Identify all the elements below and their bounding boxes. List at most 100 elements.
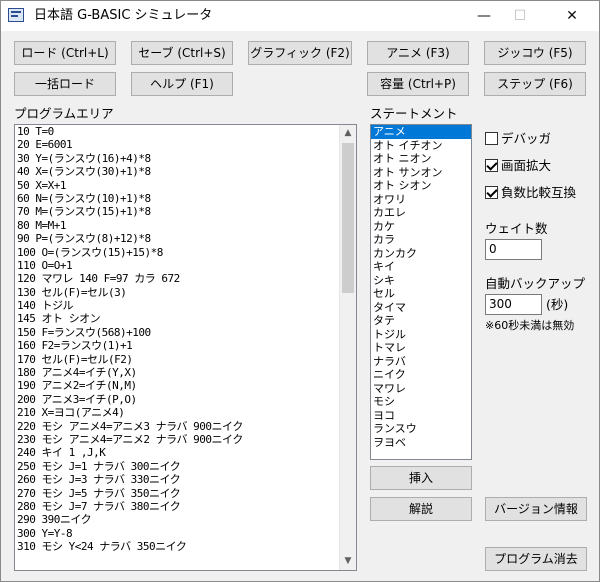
step-button[interactable]: ステップ (F6)	[484, 72, 586, 96]
statement-item[interactable]: オト イチオン	[371, 139, 471, 153]
program-area-label: プログラムエリア	[14, 106, 114, 121]
program-line[interactable]: 280 モシ J=7 ナラバ 380ニイク	[15, 500, 356, 513]
program-line[interactable]: 90 P=(ランスウ(8)+12)*8	[15, 232, 356, 245]
statement-item[interactable]: オト ニオン	[371, 152, 471, 166]
insert-button[interactable]: 挿入	[370, 466, 472, 490]
autobackup-unit: (秒)	[546, 297, 569, 312]
graphic-button[interactable]: グラフィック (F2)	[248, 41, 352, 65]
program-line[interactable]: 270 モシ J=5 ナラバ 350ニイク	[15, 487, 356, 500]
program-line[interactable]: 230 モシ アニメ4=アニメ2 ナラバ 900ニイク	[15, 433, 356, 446]
bulk-load-button[interactable]: 一括ロード	[14, 72, 116, 96]
close-button[interactable]: ✕	[549, 1, 595, 31]
statement-item[interactable]: オワリ	[371, 193, 471, 207]
program-area[interactable]: 10 T=0 20 E=6001 30 Y=(ランスウ(16)+4)*8 40 X=(…	[14, 124, 357, 571]
statement-item[interactable]: カケ	[371, 220, 471, 234]
program-line[interactable]: 30 Y=(ランスウ(16)+4)*8	[15, 152, 356, 165]
program-line[interactable]: 250 モシ J=1 ナラバ 300ニイク	[15, 460, 356, 473]
program-line[interactable]: 10 T=0	[15, 125, 356, 138]
statement-item[interactable]: オト サンオン	[371, 166, 471, 180]
statement-item[interactable]: マワレ	[371, 382, 471, 396]
program-line[interactable]: 150 F=ランスウ(568)+100	[15, 326, 356, 339]
statement-item[interactable]: セル	[371, 287, 471, 301]
statement-item[interactable]: ヲヨベ	[371, 436, 471, 450]
version-button[interactable]: バージョン情報	[485, 497, 587, 521]
program-line[interactable]: 200 アニメ3=イチ(P,O)	[15, 393, 356, 406]
checkbox-box[interactable]	[485, 132, 498, 145]
program-line[interactable]: 145 オト シオン	[15, 312, 356, 325]
statement-item[interactable]: ニイク	[371, 368, 471, 382]
program-line[interactable]: 80 M=M+1	[15, 219, 356, 232]
title-bar: 日本語 G-BASIC シミュレータ — ☐ ✕	[1, 1, 599, 31]
app-icon	[8, 8, 24, 22]
statement-item[interactable]: タテ	[371, 314, 471, 328]
program-line[interactable]: 260 モシ J=3 ナラバ 330ニイク	[15, 473, 356, 486]
autobackup-input[interactable]: 300	[485, 294, 542, 315]
program-line[interactable]: 100 O=(ランスウ(15)+15)*8	[15, 246, 356, 259]
checkbox-box[interactable]	[485, 186, 498, 199]
program-line[interactable]: 140 トジル	[15, 299, 356, 312]
program-lines: 10 T=0 20 E=6001 30 Y=(ランスウ(16)+4)*8 40 X=(…	[15, 125, 356, 554]
program-line[interactable]: 240 キイ 1 ,J,K	[15, 446, 356, 459]
program-line[interactable]: 50 X=X+1	[15, 179, 356, 192]
window-title: 日本語 G-BASIC シミュレータ	[34, 8, 213, 23]
program-line[interactable]: 160 F2=ランスウ(1)+1	[15, 339, 356, 352]
zoom-checkbox[interactable]: 画面拡大	[485, 158, 551, 174]
statement-list[interactable]: アニメ オト イチオン オト ニオン オト サンオン オト シオン オワリ カエレ カケ カラカ…	[370, 124, 472, 460]
help-button[interactable]: ヘルプ (F1)	[131, 72, 233, 96]
program-line[interactable]: 40 X=(ランスウ(30)+1)*8	[15, 165, 356, 178]
statement-item[interactable]: アニメ	[371, 125, 471, 139]
app-window: 日本語 G-BASIC シミュレータ — ☐ ✕ ロード (Ctrl+L) セー…	[0, 0, 600, 582]
negative-compare-checkbox[interactable]: 負数比較互換	[485, 185, 576, 201]
statement-item[interactable]: モシ	[371, 395, 471, 409]
statement-item[interactable]: シキ	[371, 274, 471, 288]
program-line[interactable]: 120 マワレ 140 F=97 カラ 672	[15, 272, 356, 285]
program-line[interactable]: 180 アニメ4=イチ(Y,X)	[15, 366, 356, 379]
statement-item[interactable]: トジル	[371, 328, 471, 342]
debugger-checkbox[interactable]: デバッガ	[485, 131, 551, 147]
autobackup-note: ※60秒未満は無効	[485, 319, 575, 332]
negative-compare-label: 負数比較互換	[501, 185, 577, 200]
statement-item[interactable]: ナラバ	[371, 355, 471, 369]
program-line[interactable]: 190 アニメ2=イチ(N,M)	[15, 379, 356, 392]
program-line[interactable]: 70 M=(ランスウ(15)+1)*8	[15, 205, 356, 218]
checkbox-box[interactable]	[485, 159, 498, 172]
scroll-up-icon[interactable]: ▲	[340, 125, 356, 142]
wait-label: ウェイト数	[485, 221, 548, 236]
program-line[interactable]: 310 モシ Y<24 ナラバ 350ニイク	[15, 540, 356, 553]
statement-label: ステートメント	[370, 106, 458, 121]
zoom-label: 画面拡大	[501, 158, 552, 173]
statement-item[interactable]: トマレ	[371, 341, 471, 355]
statement-items: アニメ オト イチオン オト ニオン オト サンオン オト シオン オワリ カエレ カケ カラカ…	[371, 125, 471, 449]
statement-item[interactable]: カンカク	[371, 247, 471, 261]
statement-item[interactable]: オト シオン	[371, 179, 471, 193]
capacity-button[interactable]: 容量 (Ctrl+P)	[367, 72, 469, 96]
explain-button[interactable]: 解説	[370, 497, 472, 521]
program-scrollbar[interactable]: ▲ ▼	[339, 125, 356, 570]
program-line[interactable]: 220 モシ アニメ4=アニメ3 ナラバ 900ニイク	[15, 420, 356, 433]
program-line[interactable]: 170 セル(F)=セル(F2)	[15, 353, 356, 366]
scroll-thumb[interactable]	[342, 143, 354, 293]
statement-item[interactable]: ランスウ	[371, 422, 471, 436]
anime-button[interactable]: アニメ (F3)	[367, 41, 469, 65]
program-line[interactable]: 110 O=O+1	[15, 259, 356, 272]
program-line[interactable]: 130 セル(F)=セル(3)	[15, 286, 356, 299]
scroll-down-icon[interactable]: ▼	[340, 553, 356, 570]
wait-input[interactable]: 0	[485, 239, 542, 260]
save-button[interactable]: セーブ (Ctrl+S)	[131, 41, 233, 65]
program-line[interactable]: 300 Y=Y-8	[15, 527, 356, 540]
erase-program-button[interactable]: プログラム消去	[485, 547, 587, 571]
statement-item[interactable]: キイ	[371, 260, 471, 274]
program-line[interactable]: 60 N=(ランスウ(10)+1)*8	[15, 192, 356, 205]
program-line[interactable]: 20 E=6001	[15, 138, 356, 151]
autobackup-label: 自動バックアップ	[485, 276, 586, 291]
statement-item[interactable]: カラ	[371, 233, 471, 247]
maximize-button[interactable]: ☐	[497, 1, 543, 31]
program-line[interactable]: 290 390ニイク	[15, 513, 356, 526]
run-button[interactable]: ジッコウ (F5)	[484, 41, 586, 65]
program-line[interactable]: 210 X=ヨコ(アニメ4)	[15, 406, 356, 419]
statement-item[interactable]: タイマ	[371, 301, 471, 315]
statement-item[interactable]: カエレ	[371, 206, 471, 220]
load-button[interactable]: ロード (Ctrl+L)	[14, 41, 116, 65]
statement-item[interactable]: ヨコ	[371, 409, 471, 423]
debugger-label: デバッガ	[501, 131, 552, 146]
